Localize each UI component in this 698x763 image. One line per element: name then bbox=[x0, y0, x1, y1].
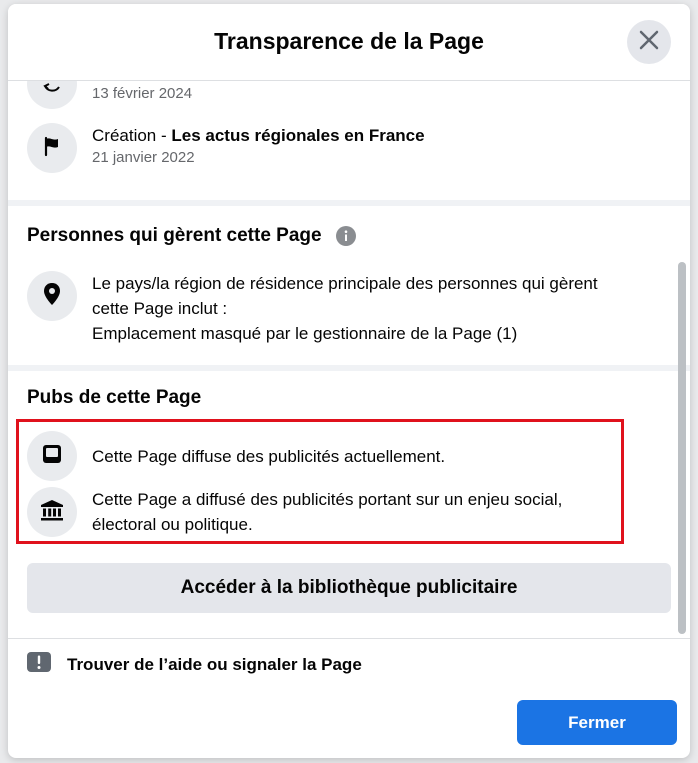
location-text-line2: cette Page inclut : bbox=[92, 299, 228, 318]
history-item-creation: Création - Les actus régionales en Franc… bbox=[27, 123, 425, 173]
close-icon bbox=[639, 30, 659, 55]
help-report-link[interactable]: Trouver de l’aide ou signaler la Page bbox=[27, 652, 362, 677]
history-date: 13 février 2024 bbox=[92, 85, 193, 102]
fermer-button[interactable]: Fermer bbox=[517, 700, 677, 745]
history-icon-circle bbox=[27, 123, 77, 173]
scrollbar-thumb[interactable] bbox=[678, 262, 686, 634]
location-pin-icon bbox=[42, 282, 62, 311]
alert-icon bbox=[27, 652, 51, 677]
history-icon-circle bbox=[27, 81, 77, 109]
dialog-header: Transparence de la Page bbox=[8, 4, 690, 81]
location-icon-circle bbox=[27, 271, 77, 321]
history-item-name-change: 13 février 2024 bbox=[27, 81, 192, 109]
name-change-icon bbox=[41, 81, 63, 98]
section-divider bbox=[8, 200, 690, 206]
info-icon[interactable] bbox=[335, 226, 356, 246]
ads-highlight-box bbox=[16, 419, 624, 544]
footer-divider bbox=[8, 638, 690, 639]
section-divider bbox=[8, 365, 690, 371]
history-label: Création - bbox=[92, 126, 172, 145]
managers-location-item: Le pays/la région de résidence principal… bbox=[27, 271, 598, 346]
flag-icon bbox=[41, 135, 63, 162]
managers-section-title: Personnes qui gèrent cette Page bbox=[27, 225, 356, 247]
page-name: Les actus régionales en France bbox=[171, 126, 425, 145]
location-text-line3: Emplacement masqué par le gestionnaire d… bbox=[92, 324, 518, 343]
ad-library-button[interactable]: Accéder à la bibliothèque publicitaire bbox=[27, 563, 671, 613]
help-report-label: Trouver de l’aide ou signaler la Page bbox=[67, 654, 362, 674]
dialog-scroll-content[interactable]: 13 février 2024 Création - Les actus rég… bbox=[8, 81, 690, 638]
history-date: 21 janvier 2022 bbox=[92, 149, 195, 166]
ads-section-title: Pubs de cette Page bbox=[27, 387, 202, 408]
dialog-title: Transparence de la Page bbox=[214, 28, 484, 54]
page-transparency-dialog: Transparence de la Page 13 février 2024 bbox=[8, 4, 690, 758]
location-text-line1: Le pays/la région de résidence principal… bbox=[92, 274, 598, 293]
close-button[interactable] bbox=[627, 20, 671, 64]
